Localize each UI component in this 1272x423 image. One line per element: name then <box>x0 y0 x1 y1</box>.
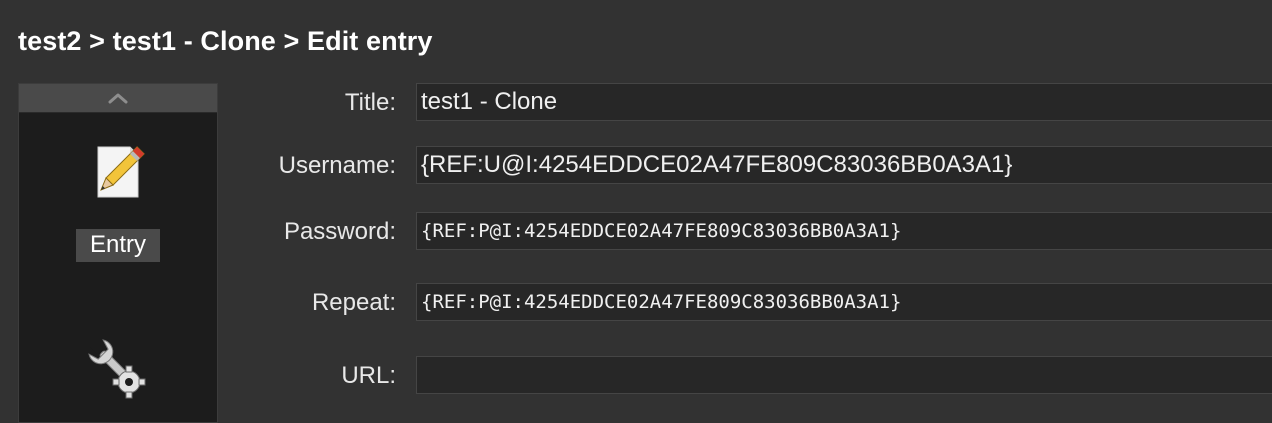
sidebar-scroll-up-button[interactable] <box>19 84 217 113</box>
pencil-icon <box>97 146 145 198</box>
repeat-label: Repeat: <box>311 289 396 316</box>
page-title: test2 > test1 - Clone > Edit entry <box>18 26 433 56</box>
username-row: Username: <box>230 146 1272 186</box>
username-label: Username: <box>278 152 396 179</box>
url-row: URL: <box>230 356 1272 396</box>
category-sidebar: Entry <box>18 83 218 423</box>
sidebar-item-advanced[interactable] <box>19 334 217 404</box>
username-field[interactable] <box>416 146 1272 184</box>
password-label: Password: <box>283 218 396 245</box>
chevron-up-icon <box>108 93 128 104</box>
url-field[interactable] <box>416 356 1272 394</box>
password-row: Password: <box>230 212 1272 252</box>
url-label: URL: <box>341 362 396 389</box>
title-row: Title: <box>230 83 1272 123</box>
title-label: Title: <box>344 89 396 116</box>
repeat-row: Repeat: <box>230 283 1272 323</box>
repeat-password-field[interactable] <box>416 283 1272 321</box>
wrench-gear-icon <box>88 339 146 399</box>
sidebar-item-label: Entry <box>75 229 160 262</box>
password-field[interactable] <box>416 212 1272 250</box>
sidebar-item-entry[interactable]: Entry <box>19 139 217 262</box>
title-field[interactable] <box>416 83 1272 121</box>
